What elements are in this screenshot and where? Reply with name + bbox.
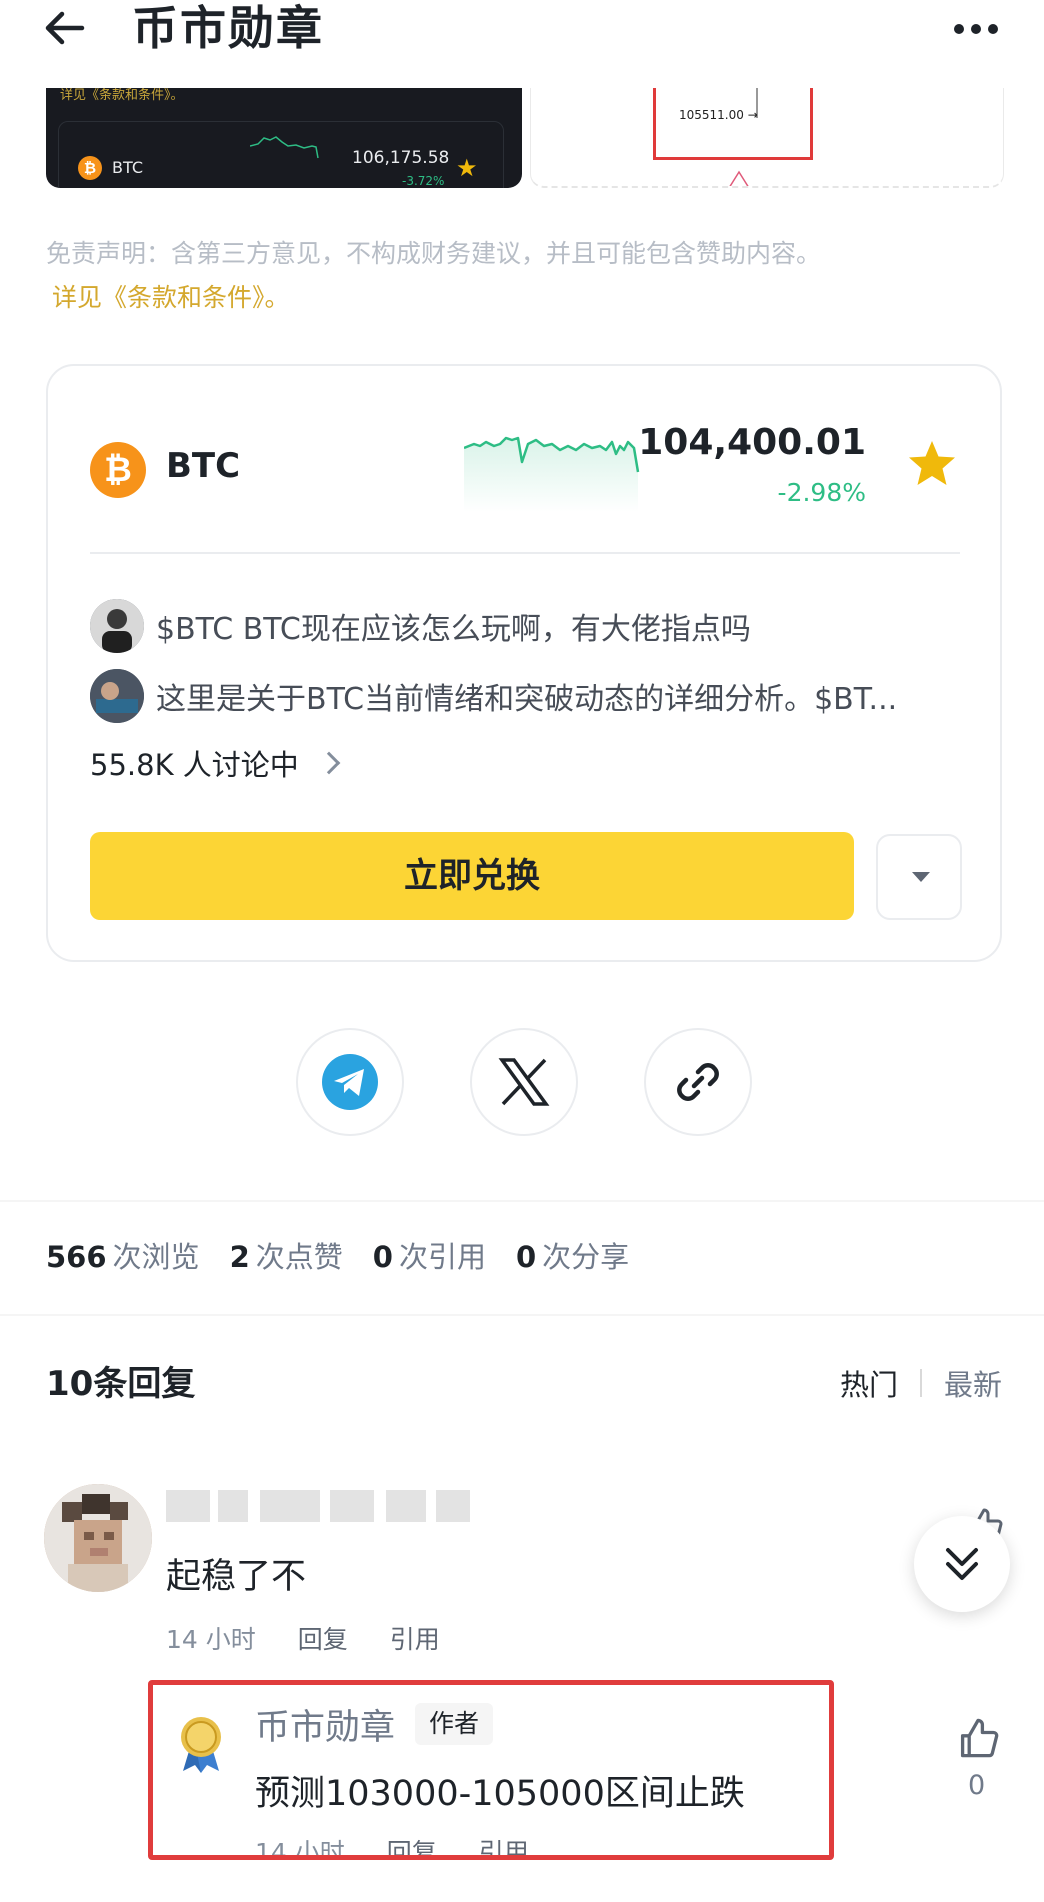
discussion-count-link[interactable]: 55.8K 人讨论中 [90,742,341,784]
x-logo-icon [498,1058,550,1106]
highlight-box [653,88,813,160]
medal-badge-icon [181,1717,221,1773]
reply-button[interactable]: 回复 [298,1620,348,1656]
thumbs-up-icon[interactable] [956,1716,1000,1760]
avatar [90,599,144,653]
swap-dropdown-button[interactable] [876,834,962,920]
scroll-down-button[interactable] [914,1516,1010,1612]
more-horizontal-icon [954,24,964,34]
disclaimer-text: 免责声明：含第三方意见，不构成财务建议，并且可能包含赞助内容。 [46,239,822,268]
page-title: 币市勋章 [132,1,324,55]
star-icon: ★ [456,154,478,182]
quote-button[interactable]: 引用 [390,1620,440,1656]
comment-text: 起稳了不 [166,1557,307,1597]
tab-newest[interactable]: 最新 [944,1362,1002,1404]
arrow-left-icon [45,11,85,45]
quote-button[interactable]: 引用 [479,1833,529,1855]
double-chevron-down-icon [946,1548,978,1580]
reply-meta: 14 小时 回复 引用 [255,1833,529,1860]
bitcoin-icon: ₿ [78,156,102,180]
embed-coin-symbol: BTC [112,158,143,177]
telegram-icon [322,1054,378,1110]
divider [0,1314,1044,1316]
share-link-button[interactable] [644,1028,752,1136]
reply-button[interactable]: 回复 [387,1833,437,1855]
embed-coin-change: -3.72% [402,174,445,188]
price-sparkline [464,436,640,512]
embed-terms-text: 详见《条款和条件》。 [60,88,184,103]
author-reply-highlight: 币市勋章 作者 预测103000-105000区间止跌 14 小时 回复 引用 [148,1680,834,1860]
coin-change: -2.98% [777,478,866,507]
more-button[interactable] [954,18,1004,40]
shares-stat: 0 次分享 [515,1240,630,1274]
star-icon[interactable] [906,438,958,490]
likes-stat: 2 次点赞 [229,1240,343,1274]
views-stat: 566 次浏览 [46,1240,200,1274]
discussion-text: 这里是关于BTC当前情绪和突破动态的详细分析。$BT... [156,682,898,717]
post-image-chart[interactable]: 105511.00 → [530,88,1004,188]
chart-line [756,88,758,118]
avatar [90,669,144,723]
discussion-item[interactable]: $BTC BTC现在应该怎么玩啊，有大佬指点吗 [90,598,751,654]
divider [0,1200,1044,1202]
link-icon [677,1063,719,1101]
share-x-button[interactable] [470,1028,578,1136]
embed-coin-price: 106,175.58 [352,148,450,168]
tab-separator [919,1369,922,1397]
top-bar: 币市勋章 [0,0,1044,70]
tab-hot[interactable]: 热门 [840,1362,898,1404]
discussion-item[interactable]: 这里是关于BTC当前情绪和突破动态的详细分析。$BT... [90,668,897,724]
post-stats: 566 次浏览 2 次点赞 0 次引用 0 次分享 [46,1234,629,1276]
bitcoin-icon: ₿ [90,442,146,498]
chart-price-label: 105511.00 → [679,108,758,122]
reply-text: 预测103000-105000区间止跌 [255,1774,745,1814]
coin-price: 104,400.01 [638,422,866,463]
coin-card: ₿ BTC 104,400.01 -2.98% $BTC BTC现在应该怎么玩啊… [46,364,1002,962]
back-button[interactable] [40,4,100,60]
reply-author-name[interactable]: 币市勋章 [255,1699,395,1750]
discussion-text: $BTC BTC现在应该怎么玩啊，有大佬指点吗 [156,612,751,647]
quotes-stat: 0 次引用 [372,1240,486,1274]
chart-marker [729,170,749,186]
discussion-count: 55.8K 人讨论中 [90,748,299,782]
like-count: 0 [968,1770,986,1801]
comment-time: 14 小时 [166,1625,256,1654]
author-badge: 作者 [415,1703,494,1745]
share-telegram-button[interactable] [296,1028,404,1136]
sort-tabs: 热门 最新 [840,1362,1002,1404]
username-blurred[interactable] [166,1490,476,1522]
comment-meta: 14 小时 回复 引用 [166,1620,440,1656]
reply-time: 14 小时 [255,1838,345,1860]
embed-sparkline [250,136,319,159]
coin-symbol[interactable]: BTC [166,446,240,486]
terms-link[interactable]: 详见《条款和条件》。 [52,280,290,316]
chevron-right-icon [317,751,341,775]
swap-button[interactable]: 立即兑换 [90,832,854,920]
avatar[interactable] [44,1484,152,1592]
caret-down-icon [912,872,930,882]
post-image-dark[interactable]: 详见《条款和条件》。 ₿ BTC 106,175.58 -3.72% ★ [46,88,522,188]
divider [90,552,960,554]
replies-title: 10条回复 [46,1364,196,1404]
